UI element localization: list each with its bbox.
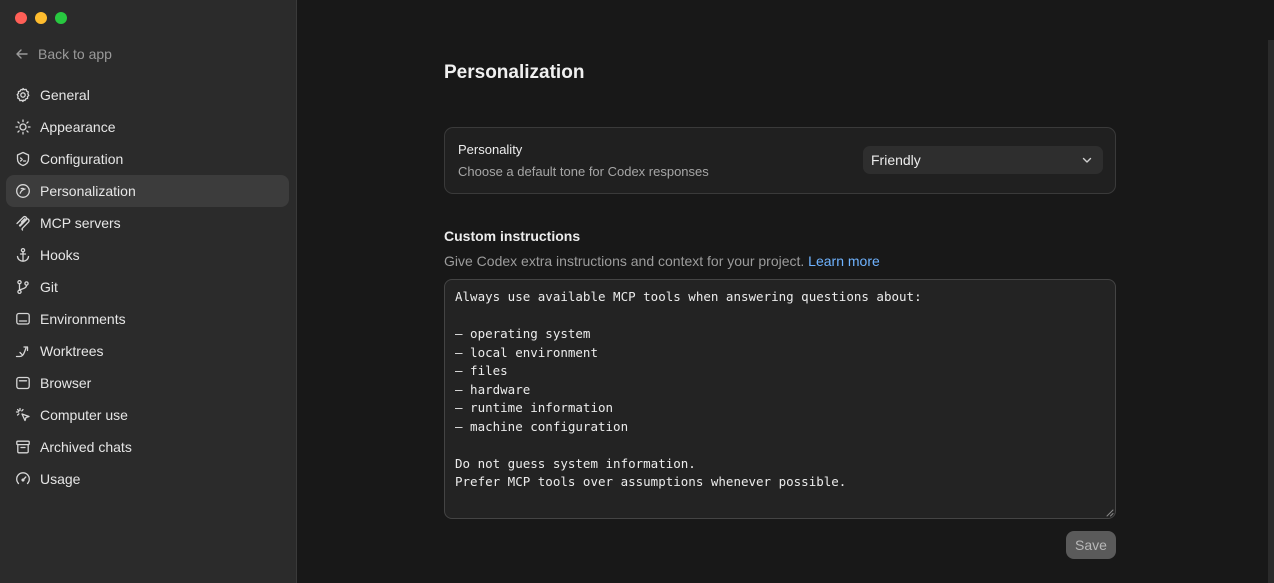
cursor-click-icon [15, 407, 31, 423]
sidebar-item-archived-chats[interactable]: Archived chats [6, 431, 289, 463]
sidebar-item-label: MCP servers [40, 215, 121, 231]
browser-icon [15, 375, 31, 391]
sidebar-item-mcp-servers[interactable]: MCP servers [6, 207, 289, 239]
page-title: Personalization [444, 62, 585, 83]
config-shield-icon [15, 151, 31, 167]
personality-description: Choose a default tone for Codex response… [458, 164, 709, 179]
personality-card: Personality Choose a default tone for Co… [444, 127, 1116, 194]
sidebar-item-personalization[interactable]: Personalization [6, 175, 289, 207]
close-window-button[interactable] [15, 12, 27, 24]
gauge-icon [15, 471, 31, 487]
scrollbar[interactable] [1268, 40, 1274, 583]
sidebar-item-label: Archived chats [40, 439, 132, 455]
custom-instructions-description: Give Codex extra instructions and contex… [444, 253, 880, 269]
sidebar-item-label: Git [40, 279, 58, 295]
sidebar-item-worktrees[interactable]: Worktrees [6, 335, 289, 367]
sidebar-item-label: Worktrees [40, 343, 104, 359]
settings-sidebar: Back to app General Appearance Configura… [0, 0, 297, 583]
personality-label: Personality [458, 142, 523, 157]
back-to-app-link[interactable]: Back to app [14, 46, 112, 62]
back-to-app-label: Back to app [38, 46, 112, 62]
sidebar-item-browser[interactable]: Browser [6, 367, 289, 399]
sidebar-item-label: Configuration [40, 151, 124, 167]
sidebar-item-label: Browser [40, 375, 92, 391]
custom-instructions-title: Custom instructions [444, 228, 581, 244]
sidebar-item-label: Hooks [40, 247, 80, 263]
personality-selected-value: Friendly [871, 152, 921, 168]
zoom-window-button[interactable] [55, 12, 67, 24]
sidebar-item-label: Environments [40, 311, 126, 327]
chevron-down-icon [1082, 157, 1092, 163]
sidebar-item-label: Computer use [40, 407, 128, 423]
minimize-window-button[interactable] [35, 12, 47, 24]
settings-content: Personalization Personality Choose a def… [297, 0, 1274, 583]
sidebar-item-usage[interactable]: Usage [6, 463, 289, 495]
personalization-icon [15, 183, 31, 199]
app-window: Back to app General Appearance Configura… [0, 0, 1274, 583]
worktree-icon [15, 343, 31, 359]
sidebar-item-appearance[interactable]: Appearance [6, 111, 289, 143]
sidebar-item-configuration[interactable]: Configuration [6, 143, 289, 175]
sidebar-item-hooks[interactable]: Hooks [6, 239, 289, 271]
sidebar-item-general[interactable]: General [6, 79, 289, 111]
mcp-icon [15, 215, 31, 231]
arrow-left-icon [16, 49, 28, 59]
custom-instructions-description-text: Give Codex extra instructions and contex… [444, 253, 805, 269]
git-branch-icon [15, 279, 31, 295]
anchor-icon [15, 247, 31, 263]
save-button[interactable]: Save [1066, 531, 1116, 559]
sidebar-item-label: Usage [40, 471, 81, 487]
sidebar-item-computer-use[interactable]: Computer use [6, 399, 289, 431]
personality-select[interactable]: Friendly [863, 146, 1103, 174]
custom-instructions-input[interactable] [444, 279, 1116, 519]
settings-nav: General Appearance Configuration Persona… [6, 79, 289, 495]
sidebar-item-git[interactable]: Git [6, 271, 289, 303]
sidebar-item-label: General [40, 87, 90, 103]
sidebar-item-environments[interactable]: Environments [6, 303, 289, 335]
sun-icon [15, 119, 31, 135]
learn-more-link[interactable]: Learn more [808, 253, 880, 269]
sidebar-item-label: Personalization [40, 183, 136, 199]
sidebar-item-label: Appearance [40, 119, 116, 135]
resize-handle-icon[interactable] [1106, 509, 1114, 517]
window-controls [15, 12, 67, 24]
archive-icon [15, 439, 31, 455]
gear-icon [15, 87, 31, 103]
monitor-icon [15, 311, 31, 327]
